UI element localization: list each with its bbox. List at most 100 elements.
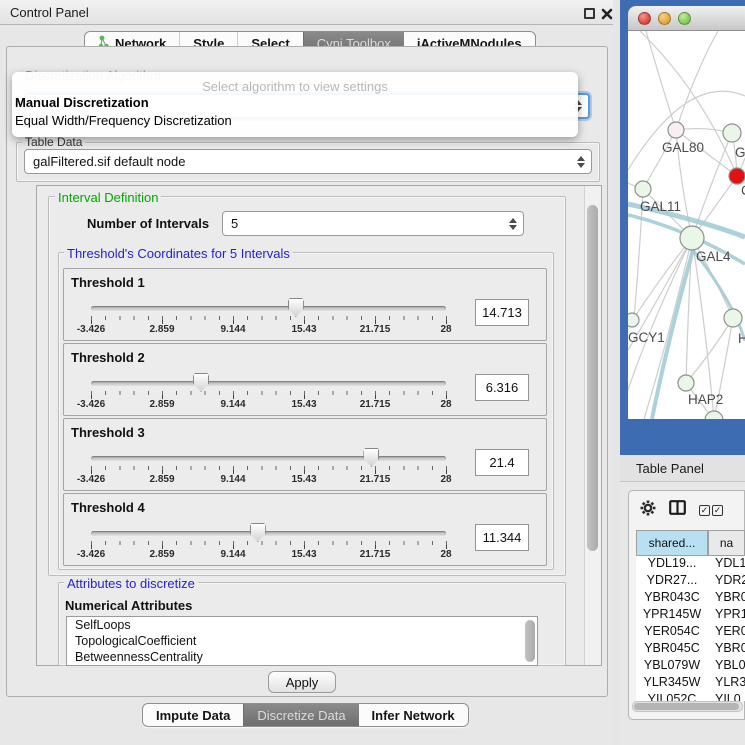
table-row[interactable]: YPR145WYPR1 bbox=[636, 607, 745, 624]
algorithm-option[interactable]: Manual Discretization bbox=[12, 94, 578, 112]
horizontal-scrollbar[interactable] bbox=[632, 701, 743, 712]
threshold-panel: Threshold 1 -3.4262.8599.14415.4321.7152… bbox=[63, 268, 547, 341]
panel-title: Control Panel bbox=[10, 5, 89, 20]
table-row[interactable]: YBL079WYBL0 bbox=[636, 658, 745, 675]
threshold-slider[interactable] bbox=[91, 456, 446, 461]
table-rows: YDL19...YDL1YDR27...YDR2YBR043CYBR0YPR14… bbox=[636, 556, 745, 701]
table-row[interactable]: YER054CYER0 bbox=[636, 624, 745, 641]
column-header[interactable]: na bbox=[708, 530, 745, 556]
table-data-combobox[interactable]: galFiltered.sif default node bbox=[24, 149, 592, 174]
tick-label: -3.426 bbox=[77, 324, 105, 335]
column-header[interactable]: shared... bbox=[636, 530, 708, 556]
threshold-slider[interactable] bbox=[91, 531, 446, 536]
tab-impute-data[interactable]: Impute Data bbox=[143, 704, 243, 726]
slider-minor-ticks bbox=[91, 316, 447, 320]
network-canvas[interactable]: GAL80GACGAL11GAL4GCY1HHAP2 bbox=[628, 31, 745, 419]
attribute-list-item[interactable]: BetweennessCentrality bbox=[67, 649, 537, 665]
table-row[interactable]: YLR345WYLR3 bbox=[636, 675, 745, 692]
algorithm-hint: Select algorithm to view settings bbox=[12, 72, 578, 94]
tick-label: 15.43 bbox=[291, 549, 316, 560]
tick-label: 15.43 bbox=[291, 474, 316, 485]
num-intervals-label: Number of Intervals bbox=[87, 216, 209, 231]
table-panel-title: Table Panel bbox=[636, 461, 704, 476]
tab-infer-network[interactable]: Infer Network bbox=[359, 704, 468, 726]
threshold-value-field[interactable]: 21.4 bbox=[475, 449, 529, 476]
vertical-scrollbar-thumb[interactable] bbox=[587, 205, 598, 551]
table-cell: YPR145W bbox=[636, 607, 708, 624]
algorithm-option[interactable]: Equal Width/Frequency Discretization bbox=[12, 112, 578, 130]
tick-label: 21.715 bbox=[360, 549, 391, 560]
node-label: HAP2 bbox=[688, 392, 723, 407]
attribute-list-item[interactable]: TopologicalCoefficient bbox=[67, 633, 537, 649]
table-cell: YLR3 bbox=[708, 675, 745, 692]
mac-zoom-icon[interactable] bbox=[678, 12, 691, 25]
network-edge bbox=[628, 238, 692, 390]
apply-button[interactable]: Apply bbox=[268, 671, 336, 693]
network-window-titlebar[interactable] bbox=[628, 6, 745, 31]
table-cell: YDL1 bbox=[708, 556, 745, 573]
slider-thumb-icon[interactable] bbox=[193, 373, 209, 392]
attribute-list-item[interactable]: SelfLoops bbox=[67, 617, 537, 633]
tick-label: 9.144 bbox=[220, 399, 245, 410]
tab-label: Impute Data bbox=[156, 708, 230, 723]
table-cell: YDR2 bbox=[708, 573, 745, 590]
tick-label: 2.859 bbox=[149, 474, 174, 485]
network-node-selected-red[interactable] bbox=[729, 168, 745, 184]
attributes-group-label: Attributes to discretize bbox=[64, 576, 198, 591]
threshold-label: Threshold 3 bbox=[71, 425, 145, 440]
network-node-gal4[interactable] bbox=[680, 226, 704, 250]
threshold-panel: Threshold 2 -3.4262.8599.14415.4321.7152… bbox=[63, 343, 547, 416]
gear-icon[interactable] bbox=[640, 500, 656, 521]
threshold-value-field[interactable]: 11.344 bbox=[475, 524, 529, 551]
split-panel-icon[interactable] bbox=[669, 500, 686, 520]
table-cell: YER054C bbox=[636, 624, 708, 641]
tick-label: 9.144 bbox=[220, 474, 245, 485]
table-column-headers: shared...na bbox=[636, 530, 745, 556]
float-panel-icon[interactable] bbox=[584, 8, 595, 19]
checkbox-pair-icon[interactable]: ✓✓ bbox=[699, 505, 723, 516]
horizontal-scrollbar-thumb[interactable] bbox=[634, 703, 739, 710]
tick-label: 28 bbox=[440, 474, 451, 485]
slider-thumb-icon[interactable] bbox=[250, 523, 266, 542]
mac-minimize-icon[interactable] bbox=[658, 12, 671, 25]
slider-thumb-icon[interactable] bbox=[288, 298, 304, 317]
threshold-value-field[interactable]: 14.713 bbox=[475, 299, 529, 326]
attributes-scrollbar-thumb[interactable] bbox=[525, 620, 535, 662]
network-node-top-green[interactable] bbox=[723, 124, 741, 142]
table-cell: YBR045C bbox=[636, 641, 708, 658]
mac-close-icon[interactable] bbox=[638, 12, 651, 25]
numerical-attributes-list[interactable]: SelfLoopsTopologicalCoefficientBetweenne… bbox=[66, 616, 538, 666]
threshold-panel: Threshold 4 -3.4262.8599.14415.4321.7152… bbox=[63, 493, 547, 566]
network-node-gal80[interactable] bbox=[668, 122, 684, 138]
tick-label: 2.859 bbox=[149, 399, 174, 410]
slider-minor-ticks bbox=[91, 391, 447, 395]
table-row[interactable]: YBR043CYBR0 bbox=[636, 590, 745, 607]
slider-thumb-icon[interactable] bbox=[363, 448, 379, 467]
tab-discretize-data[interactable]: Discretize Data bbox=[243, 704, 358, 726]
threshold-label: Threshold 2 bbox=[71, 350, 145, 365]
table-cell: YDR27... bbox=[636, 573, 708, 590]
network-node-h-node[interactable] bbox=[724, 309, 742, 327]
table-row[interactable]: YDL19...YDL1 bbox=[636, 556, 745, 573]
thresholds-group-label: Threshold's Coordinates for 5 Intervals bbox=[64, 246, 293, 261]
tick-label: -3.426 bbox=[77, 399, 105, 410]
threshold-slider[interactable] bbox=[91, 306, 446, 311]
network-node-hap2[interactable] bbox=[678, 375, 694, 391]
num-intervals-combobox[interactable]: 5 bbox=[222, 211, 524, 236]
threshold-slider[interactable] bbox=[91, 381, 446, 386]
threshold-value-field[interactable]: 6.316 bbox=[475, 374, 529, 401]
tick-label: 9.144 bbox=[220, 549, 245, 560]
tick-label: 2.859 bbox=[149, 549, 174, 560]
table-row[interactable]: YIL052CYIL0 bbox=[636, 692, 745, 701]
threshold-label: Threshold 4 bbox=[71, 500, 145, 515]
node-label: GAL80 bbox=[662, 140, 704, 155]
close-icon[interactable] bbox=[601, 7, 613, 19]
table-cell: YBL079W bbox=[636, 658, 708, 675]
vertical-scrollbar[interactable] bbox=[584, 186, 601, 665]
network-node-gal11[interactable] bbox=[635, 181, 651, 197]
table-row[interactable]: YBR045CYBR0 bbox=[636, 641, 745, 658]
network-node-gcy1[interactable] bbox=[628, 313, 639, 327]
table-row[interactable]: YDR27...YDR2 bbox=[636, 573, 745, 590]
network-edge bbox=[676, 31, 718, 130]
numerical-attributes-heading: Numerical Attributes bbox=[62, 598, 195, 613]
